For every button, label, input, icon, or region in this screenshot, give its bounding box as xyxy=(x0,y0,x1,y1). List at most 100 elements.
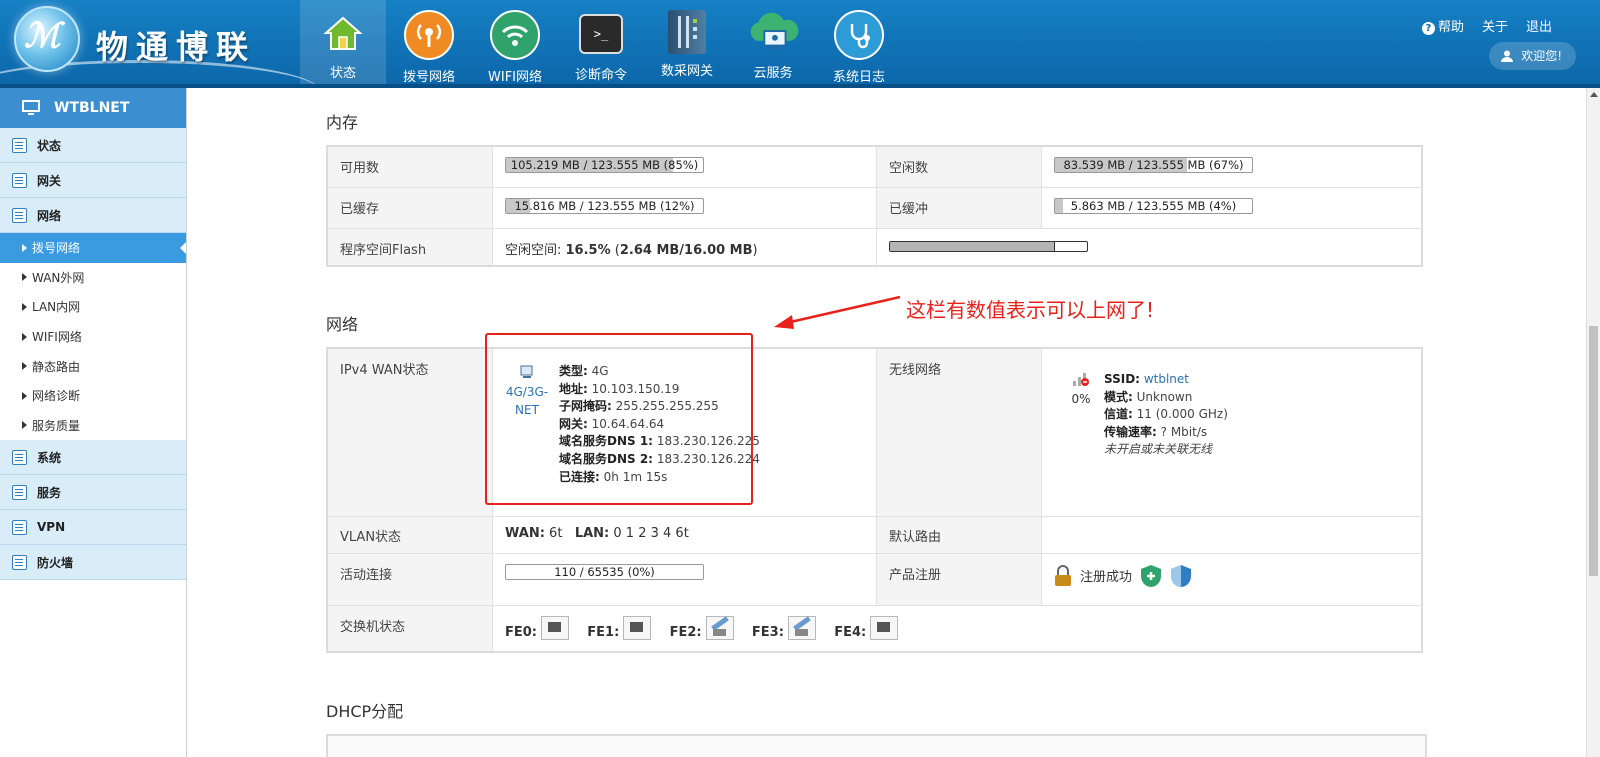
sidebar-title: WTBLNET xyxy=(54,100,130,116)
highlight-box xyxy=(485,333,753,505)
caret-right-icon xyxy=(22,302,27,311)
wireless-ssid: SSID: wtblnet xyxy=(1104,371,1228,389)
table-row: 程序空间Flash 空闲空间: 16.5% (2.64 MB/16.00 MB) xyxy=(326,227,1423,267)
free-bar: 83.539 MB / 123.555 MB (67%) xyxy=(1054,157,1253,173)
scroll-thumb[interactable] xyxy=(1589,326,1598,576)
annotation-text: 这栏有数值表示可以上网了! xyxy=(906,298,1155,322)
product-reg-text: 注册成功 xyxy=(1080,570,1133,585)
vlan-lan-value: 0 1 2 3 4 6t xyxy=(613,525,689,541)
caret-right-icon xyxy=(22,332,27,341)
port-fe2: FE2: xyxy=(670,615,748,640)
sidebar-group-network[interactable]: 网络 xyxy=(0,198,186,233)
wan-label: IPv4 WAN状态 xyxy=(326,347,493,517)
sidebar-group-label: 防火墙 xyxy=(37,555,74,570)
sidebar-group-firewall[interactable]: 防火墙 xyxy=(0,545,186,581)
available-bar: 105.219 MB / 123.555 MB (85%) xyxy=(505,157,704,173)
shield-icon xyxy=(1171,564,1192,587)
wireless-signal: 0% xyxy=(1070,371,1092,459)
gateway-icon xyxy=(668,10,706,54)
table-row: VLAN状态 WAN: 6t LAN: 0 1 2 3 4 6t 默认路由 xyxy=(326,515,1423,554)
sidebar-item-qos[interactable]: 服务质量 xyxy=(0,411,186,441)
nav-label: 云服务 xyxy=(753,66,793,81)
sidebar-group-label: 服务 xyxy=(37,485,62,500)
flash-prefix: 空闲空间: xyxy=(505,242,566,258)
main-nav: 状态 拨号网络 WIFI网络 >_ 诊断命令 数采网关 云服务 系统日志 xyxy=(300,0,902,88)
sidebar-group-label: 网关 xyxy=(37,173,62,188)
port-name: FE0: xyxy=(505,624,538,640)
wifi-icon xyxy=(490,10,540,60)
nav-item-diagnostics[interactable]: >_ 诊断命令 xyxy=(558,0,644,88)
buffered-bar: 5.863 MB / 123.555 MB (4%) xyxy=(1054,197,1253,214)
memory-section-title: 内存 xyxy=(326,113,359,132)
port-fe3: FE3: xyxy=(751,615,830,640)
home-icon xyxy=(320,10,366,56)
product-reg-label: 产品注册 xyxy=(876,552,1042,606)
sidebar-item-label: 拨号网络 xyxy=(32,241,81,256)
nav-item-syslog[interactable]: 系统日志 xyxy=(816,0,902,88)
sidebar-group-label: 系统 xyxy=(37,450,62,465)
sidebar-item-net-diag[interactable]: 网络诊断 xyxy=(0,381,186,411)
kv-key: SSID: xyxy=(1104,372,1140,386)
sidebar-header: WTBLNET xyxy=(0,88,186,128)
port-name: FE3: xyxy=(751,624,784,640)
flash-bar-cell xyxy=(876,227,1423,267)
flash-label: 程序空间Flash xyxy=(326,227,493,267)
kv-value: 11 (0.000 GHz) xyxy=(1136,407,1228,422)
dialup-icon xyxy=(404,10,454,60)
list-icon xyxy=(12,554,27,570)
sidebar-item-static-route[interactable]: 静态路由 xyxy=(0,351,186,381)
page-scrollbar[interactable] xyxy=(1586,88,1600,757)
list-icon xyxy=(12,172,27,188)
sidebar-item-dialup[interactable]: 拨号网络 xyxy=(0,233,186,263)
switch-label: 交换机状态 xyxy=(326,604,493,653)
bar-text: 83.539 MB / 123.555 MB (67%) xyxy=(1063,158,1244,172)
sidebar-item-wifi[interactable]: WIFI网络 xyxy=(0,322,186,352)
default-route-label: 默认路由 xyxy=(876,515,1042,554)
sidebar-group-gateway[interactable]: 网关 xyxy=(0,163,186,198)
wireless-channel: 信道: 11 (0.000 GHz) xyxy=(1104,406,1228,424)
caret-right-icon xyxy=(22,243,27,252)
wireless-mode: 模式: Unknown xyxy=(1104,389,1228,407)
ethernet-port-up-icon xyxy=(705,615,734,640)
available-cell: 105.219 MB / 123.555 MB (85%) xyxy=(492,145,877,188)
wireless-note: 未开启或未关联无线 xyxy=(1104,442,1213,457)
free-cell: 83.539 MB / 123.555 MB (67%) xyxy=(1041,145,1423,188)
brand-logo: ℳ xyxy=(14,6,80,72)
buffered-cell: 5.863 MB / 123.555 MB (4%) xyxy=(1041,186,1423,229)
sidebar-group-system[interactable]: 系统 xyxy=(0,440,186,476)
sidebar-item-label: 服务质量 xyxy=(32,418,81,433)
kv-value: wtblnet xyxy=(1143,372,1189,386)
bar-text: 105.219 MB / 123.555 MB (85%) xyxy=(510,158,699,172)
buffered-label: 已缓冲 xyxy=(876,186,1042,229)
sidebar-group-vpn[interactable]: VPN xyxy=(0,510,186,546)
nav-item-wifi[interactable]: WIFI网络 xyxy=(472,0,558,88)
vlan-wan-value: 6t xyxy=(549,525,563,541)
scroll-up-icon[interactable] xyxy=(1590,92,1598,97)
bar-text: 110 / 65535 (0%) xyxy=(554,564,655,579)
nav-item-gateway[interactable]: 数采网关 xyxy=(644,0,730,88)
top-header: ℳ 物通博联 状态 拨号网络 WIFI网络 >_ 诊断命令 数采网关 云服务 系… xyxy=(0,0,1600,88)
sidebar-item-lan[interactable]: LAN内网 xyxy=(0,292,186,322)
flash-cell: 空闲空间: 16.5% (2.64 MB/16.00 MB) xyxy=(492,227,877,267)
logout-link[interactable]: 退出 xyxy=(1526,16,1552,35)
sidebar-item-label: WIFI网络 xyxy=(32,330,82,345)
cached-label: 已缓存 xyxy=(326,186,493,229)
stethoscope-icon xyxy=(834,10,884,60)
nav-item-dialup[interactable]: 拨号网络 xyxy=(386,0,472,88)
vlan-lan-key: LAN: xyxy=(574,525,610,541)
table-row: 交换机状态 FE0: FE1: FE2: FE3: FE4: xyxy=(326,604,1423,653)
nav-item-cloud[interactable]: 云服务 xyxy=(730,0,816,88)
wireless-percent: 0% xyxy=(1071,392,1091,406)
logo-mark: ℳ xyxy=(24,16,60,56)
sidebar-group-services[interactable]: 服务 xyxy=(0,475,186,511)
cached-bar: 15.816 MB / 123.555 MB (12%) xyxy=(505,197,704,214)
nav-item-status[interactable]: 状态 xyxy=(300,0,386,88)
help-link[interactable]: ? 帮助 xyxy=(1421,16,1464,35)
ethernet-port-up-icon xyxy=(788,615,817,640)
cached-cell: 15.816 MB / 123.555 MB (12%) xyxy=(492,186,877,229)
no-signal-icon xyxy=(1073,373,1089,386)
sidebar-item-wan[interactable]: WAN外网 xyxy=(0,263,186,293)
sidebar-group-status[interactable]: 状态 xyxy=(0,128,186,163)
about-link[interactable]: 关于 xyxy=(1482,16,1508,35)
sidebar-item-label: LAN内网 xyxy=(32,300,81,315)
